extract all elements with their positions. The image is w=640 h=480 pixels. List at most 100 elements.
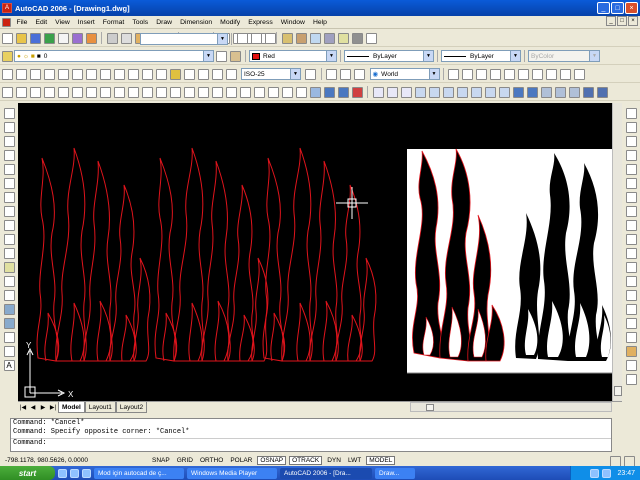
3d-dwf-icon[interactable] (85, 32, 97, 44)
ucs-previous-icon[interactable] (340, 68, 351, 80)
copy-object-icon[interactable] (625, 121, 637, 133)
draworder-icon[interactable] (625, 345, 637, 357)
offset-icon[interactable] (625, 149, 637, 161)
polar-toggle[interactable]: POLAR (228, 457, 254, 464)
move-faces-icon[interactable] (428, 86, 440, 98)
break-at-point-icon[interactable] (625, 261, 637, 273)
solid-cone-icon[interactable] (239, 86, 251, 98)
solid-sphere-icon[interactable] (211, 86, 223, 98)
publish-icon[interactable] (71, 32, 83, 44)
menu-view[interactable]: View (51, 19, 74, 26)
gradient-icon[interactable] (3, 317, 15, 329)
menu-file[interactable]: File (13, 19, 32, 26)
revision-cloud-icon[interactable] (3, 205, 15, 217)
baseline-icon[interactable] (127, 68, 139, 80)
start-button[interactable]: start (0, 466, 55, 480)
tolerance-icon[interactable] (169, 68, 181, 80)
copy-faces-icon[interactable] (498, 86, 510, 98)
radius-icon[interactable] (57, 68, 69, 80)
linetype-combo[interactable]: ByLayer ▼ (344, 50, 434, 62)
cut-icon[interactable] (106, 32, 118, 44)
volume-icon[interactable] (602, 468, 612, 478)
ruled-surface-icon[interactable] (169, 86, 181, 98)
layer-previous-icon[interactable] (229, 50, 241, 62)
color-combo[interactable]: Red ▼ (249, 50, 337, 62)
open-icon[interactable] (15, 32, 27, 44)
coordinate-readout[interactable]: -798.1178, 980.5626, 0.0000 (0, 457, 150, 464)
polygon-icon[interactable] (3, 149, 15, 161)
first-tab-button[interactable]: |◀ (18, 404, 28, 411)
close-button[interactable]: × (625, 2, 638, 14)
imprint-icon[interactable] (526, 86, 538, 98)
point-icon[interactable] (3, 289, 15, 301)
extrude-icon[interactable] (281, 86, 293, 98)
reference-image[interactable] (407, 148, 612, 374)
menu-format[interactable]: Format (99, 19, 129, 26)
make-layer-current-icon[interactable] (215, 50, 227, 62)
leader-icon[interactable] (155, 68, 167, 80)
fillet-icon[interactable] (625, 317, 637, 329)
rotate-icon[interactable] (625, 191, 637, 203)
move-icon[interactable] (625, 177, 637, 189)
rectangle-icon[interactable] (3, 163, 15, 175)
insert-block-icon[interactable] (3, 261, 15, 273)
offset-faces-icon[interactable] (442, 86, 454, 98)
model-toggle[interactable]: MODEL (366, 455, 396, 465)
separate-icon[interactable] (554, 86, 566, 98)
trim-icon[interactable] (625, 233, 637, 245)
render-icon[interactable] (596, 86, 608, 98)
solid-torus-icon[interactable] (267, 86, 279, 98)
linear-dim-icon[interactable] (1, 68, 13, 80)
subtract-icon[interactable] (386, 86, 398, 98)
tab-layout1[interactable]: Layout1 (84, 402, 116, 413)
polyline-icon[interactable] (3, 135, 15, 147)
new-icon[interactable] (1, 32, 13, 44)
extrude-faces-icon[interactable] (414, 86, 426, 98)
quick-dim-icon[interactable] (113, 68, 125, 80)
revolve-icon[interactable] (295, 86, 307, 98)
ucs-view-icon[interactable] (518, 68, 529, 80)
stretch-icon[interactable] (625, 219, 637, 231)
interfere-icon[interactable] (337, 86, 349, 98)
workspace-combo[interactable]: ▼ (140, 32, 228, 45)
ordinate-icon[interactable] (43, 68, 55, 80)
text-style-icon[interactable] (236, 33, 248, 44)
snap-toggle[interactable]: SNAP (150, 457, 172, 464)
flame-group-1[interactable] (36, 147, 151, 362)
ucs-combo[interactable]: ◉ World ▼ (369, 68, 440, 80)
document-icon[interactable] (2, 17, 11, 27)
task-media-player[interactable]: Windows Media Player (187, 467, 277, 479)
plot-icon[interactable] (43, 32, 55, 44)
continue-icon[interactable] (141, 68, 153, 80)
delete-faces-icon[interactable] (456, 86, 468, 98)
spline-icon[interactable] (3, 219, 15, 231)
tab-layout2[interactable]: Layout2 (115, 402, 148, 413)
desktop-icon[interactable] (70, 468, 79, 478)
table-style-icon[interactable] (264, 33, 276, 44)
ucs-icon[interactable] (326, 68, 337, 80)
center-mark-icon[interactable] (183, 68, 195, 80)
task-draw[interactable]: Draw... (375, 467, 415, 479)
layer-combo[interactable]: ● ☼ ■ ■ 0 ▼ (14, 50, 214, 62)
construction-line-icon[interactable] (3, 121, 15, 133)
dim-style-icon[interactable] (250, 33, 262, 44)
ucs-z-icon[interactable] (560, 68, 571, 80)
solid-wedge-icon[interactable] (253, 86, 265, 98)
3d-mesh-icon[interactable] (127, 86, 139, 98)
break-icon[interactable] (625, 275, 637, 287)
next-tab-button[interactable]: ▶ (38, 404, 48, 411)
extend-icon[interactable] (625, 247, 637, 259)
copy-icon[interactable] (120, 32, 132, 44)
circle-icon[interactable] (3, 191, 15, 203)
maximize-button[interactable]: □ (611, 2, 624, 14)
box-icon[interactable] (1, 86, 13, 98)
menu-help[interactable]: Help (309, 19, 331, 26)
last-tab-button[interactable]: ▶| (48, 404, 58, 411)
vertical-scrollbar[interactable] (612, 103, 622, 401)
doc-minimize-button[interactable]: _ (606, 16, 616, 26)
menu-window[interactable]: Window (277, 19, 309, 26)
slice-icon[interactable] (309, 86, 321, 98)
grid-toggle[interactable]: GRID (175, 457, 195, 464)
hatch-icon[interactable] (3, 303, 15, 315)
flame-group-2[interactable] (154, 147, 269, 362)
